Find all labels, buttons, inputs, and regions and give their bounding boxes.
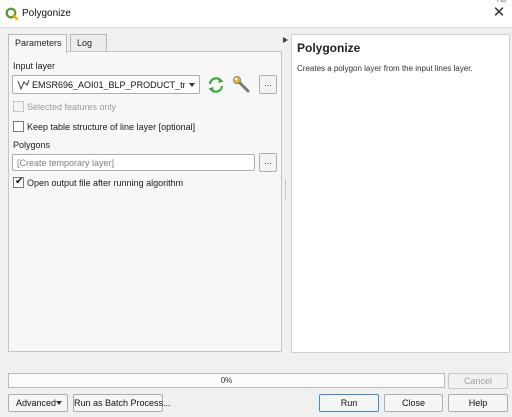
title-bar: Polygonize Ho ✕ <box>0 0 512 28</box>
open-output-checkbox[interactable]: ✔ <box>13 176 24 188</box>
polygons-browse-button[interactable]: ... <box>259 153 277 172</box>
chevron-down-icon <box>56 401 62 405</box>
input-layer-combobox[interactable]: EMSR696_AOI01_BLP_PRODUCT_transpo <box>12 75 200 94</box>
input-layer-browse-button[interactable]: ... <box>259 75 277 94</box>
selected-features-checkbox[interactable] <box>13 101 24 112</box>
run-as-batch-button[interactable]: Run as Batch Process... <box>73 394 171 412</box>
parameters-panel: Input layer EMSR696_AOI01_BLP_PRODUCT_tr… <box>8 51 282 352</box>
tab-log[interactable]: Log <box>70 34 107 52</box>
wrench-settings-icon <box>233 76 250 93</box>
qgis-logo-icon <box>5 7 18 20</box>
close-icon: ✕ <box>492 4 506 21</box>
close-window-button[interactable]: ✕ <box>490 4 508 22</box>
advanced-menu-button[interactable]: Advanced <box>8 394 68 412</box>
open-output-label: Open output file after running algorithm <box>27 178 184 188</box>
line-layer-icon <box>17 79 30 91</box>
help-pane: Polygonize Creates a polygon layer from … <box>291 34 510 353</box>
help-button[interactable]: Help <box>448 394 508 412</box>
help-title: Polygonize <box>297 41 361 55</box>
keep-table-structure-checkbox[interactable] <box>13 121 24 132</box>
run-button[interactable]: Run <box>319 394 379 412</box>
advanced-button-label: Advanced <box>16 398 57 408</box>
tab-parameters[interactable]: Parameters <box>8 34 67 53</box>
polygons-output-field[interactable]: [Create temporary layer] <box>12 154 255 171</box>
polygons-label: Polygons <box>13 140 51 150</box>
chevron-down-icon <box>189 83 195 87</box>
iterate-features-button[interactable] <box>206 75 226 95</box>
progress-bar: 0% <box>8 373 445 388</box>
window-title: Polygonize <box>22 8 71 19</box>
advanced-settings-button[interactable] <box>232 75 252 95</box>
help-description: Creates a polygon layer from the input l… <box>297 64 473 73</box>
close-button[interactable]: Close <box>384 394 443 412</box>
input-layer-label: Input layer <box>13 61 56 71</box>
keep-table-structure-label: Keep table structure of line layer [opti… <box>27 122 196 132</box>
iterate-features-icon <box>208 77 224 93</box>
checkmark-icon: ✔ <box>15 176 24 187</box>
input-layer-value: EMSR696_AOI01_BLP_PRODUCT_transpo <box>32 80 185 90</box>
splitter-handle[interactable] <box>285 180 287 200</box>
cancel-button[interactable]: Cancel <box>448 373 508 389</box>
collapse-arrow-icon[interactable] <box>283 37 288 43</box>
selected-features-label: Selected features only <box>27 102 117 112</box>
